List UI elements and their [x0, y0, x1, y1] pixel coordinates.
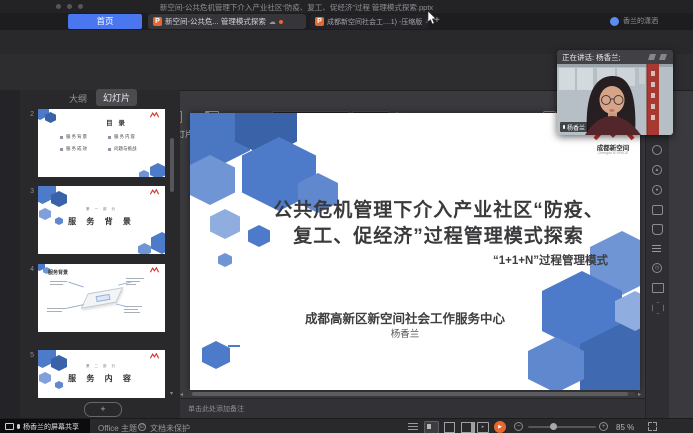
- thumbnail-logo-icon: [150, 267, 159, 273]
- zoom-slider-track[interactable]: [528, 426, 596, 428]
- slide-thumbnail-4[interactable]: 服务背景: [38, 264, 165, 332]
- zoom-in-icon[interactable]: +: [599, 422, 608, 431]
- hscroll-right-icon[interactable]: ▸: [638, 391, 641, 398]
- hscroll-left-icon[interactable]: ◂: [180, 391, 183, 398]
- thumb-toc-title: 目 录: [68, 117, 165, 127]
- image-icon[interactable]: [652, 283, 664, 293]
- screen-share-badge: 杨香兰的屏幕共享: [0, 419, 90, 433]
- zoom-out-icon[interactable]: −: [514, 422, 523, 431]
- thumbnail-logo-icon: [150, 189, 159, 195]
- webcam-float-icon[interactable]: [648, 54, 656, 60]
- webcam-expand-icon[interactable]: [659, 54, 667, 60]
- mic-icon: [563, 125, 565, 129]
- thumbnail-number: 5: [22, 352, 34, 359]
- slide-title-line2: 复工、促经济”过程管理模式探索: [245, 221, 632, 248]
- slide-title-line1: 公共危机管理下介入产业社区“防疫、: [245, 195, 632, 222]
- chat-bubble-icon[interactable]: [652, 145, 662, 155]
- protection-icon: ∅: [138, 423, 146, 431]
- webcam-name-tag: 杨香兰: [560, 122, 588, 132]
- right-sidebar: [645, 90, 669, 418]
- wps-presentation-icon: P: [153, 17, 162, 26]
- screen-share-label: 杨香兰的屏幕共享: [23, 422, 79, 432]
- slide-thumbnail-2[interactable]: 目 录 服务背景 服务内容 服务成效 问题与挑战: [38, 109, 165, 177]
- fit-window-icon[interactable]: [648, 422, 657, 431]
- thumbnail-logo-icon: [150, 353, 159, 359]
- slides-tab[interactable]: 幻灯片: [96, 89, 137, 106]
- document-tab-label: 成都新空间社会工....1) -压缩版: [327, 17, 422, 27]
- document-tab-inactive[interactable]: P 成都新空间社会工....1) -压缩版 ⚠: [310, 14, 428, 29]
- phone-remote-icon[interactable]: ▸: [477, 422, 489, 433]
- document-tabbar: 首页 P 新空间-公共危... 管理模式探索 ☁ P 成都新空间社会工....1…: [0, 13, 693, 30]
- mouse-cursor: [427, 11, 437, 25]
- toc-item: 服务内容: [114, 134, 136, 140]
- sliders-icon[interactable]: [652, 245, 661, 253]
- lamp-icon[interactable]: [652, 224, 663, 235]
- slide-thumbnail-3[interactable]: 第 一 部 分 服 务 背 景: [38, 186, 165, 254]
- speaking-label: 正在讲话: 杨香兰;: [562, 52, 621, 63]
- outline-tab[interactable]: 大纲: [64, 90, 92, 107]
- zoom-value: 85 %: [616, 423, 634, 432]
- notes-placeholder: 单击此处添加备注: [188, 404, 244, 414]
- assistant-icon[interactable]: ●: [652, 185, 662, 195]
- webcam-video: 杨香兰: [557, 64, 673, 135]
- home-button[interactable]: 首页: [68, 14, 142, 29]
- panel-scrollbar[interactable]: [170, 138, 174, 192]
- slide-canvas[interactable]: 成都新空间 Chengdu N·SPACE 公共危机管理下介入产业社区“防疫、 …: [190, 113, 640, 390]
- thumbnail-number: 4: [22, 266, 34, 273]
- thumb-section-part: 第 一 部 分: [38, 207, 165, 212]
- notes-collapse-arrow[interactable]: ▾: [170, 390, 173, 397]
- account-name: 香兰的潇洒: [623, 16, 658, 26]
- normal-view-button[interactable]: [424, 421, 439, 433]
- slide-author: 杨香兰: [190, 326, 620, 340]
- cloud-sync-icon: ☁: [269, 18, 276, 26]
- window-title: 新空间-公共危机管理下介入产业社区“防疫、复工、促经济”过程 管理模式探索.pp…: [0, 2, 593, 13]
- zoom-slider-handle[interactable]: [550, 423, 557, 430]
- thumb-section-title: 服 务 背 景: [38, 216, 165, 227]
- hscrollbar-thumb[interactable]: [192, 392, 628, 396]
- thumb-section-part: 第 二 部 分: [38, 364, 165, 369]
- screen-icon: [5, 423, 14, 430]
- slide-sorter-view-icon[interactable]: [444, 422, 455, 433]
- thumbnail-number: 2: [22, 111, 34, 118]
- thumb-section-title: 服 务 内 容: [38, 373, 165, 384]
- notes-toggle-icon[interactable]: [408, 423, 418, 431]
- reading-view-icon[interactable]: [461, 422, 475, 433]
- toc-item: 服务成效: [66, 146, 88, 152]
- slide-subtitle: “1+1+N”过程管理模式: [493, 252, 608, 268]
- wps-presentation-window: 新空间-公共危机管理下介入产业社区“防疫、复工、促经济”过程 管理模式探索.pp…: [0, 0, 693, 433]
- wps-presentation-icon: P: [315, 17, 324, 26]
- protection-label[interactable]: 文档未保护: [150, 423, 190, 433]
- slide-panel-margin: [0, 90, 20, 418]
- org-logo-sub: Chengdu N·SPACE: [588, 151, 638, 155]
- comment-panel-icon[interactable]: [652, 205, 663, 215]
- add-slide-button[interactable]: +: [84, 402, 122, 417]
- slideshow-play-button[interactable]: ▶: [494, 421, 506, 433]
- mic-icon: [17, 424, 20, 429]
- notes-pane[interactable]: 单击此处添加备注: [180, 398, 645, 419]
- slide-organization: 成都高新区新空间社会工作服务中心: [190, 308, 620, 327]
- document-tab-active[interactable]: P 新空间-公共危... 管理模式探索 ☁: [148, 14, 306, 29]
- unsaved-dot-icon: [279, 20, 283, 24]
- toc-item: 问题与挑战: [114, 146, 137, 152]
- thumbnail-number: 3: [22, 188, 34, 195]
- window-titlebar: 新空间-公共危机管理下介入产业社区“防疫、复工、促经济”过程 管理模式探索.pp…: [0, 0, 693, 13]
- slide-accent-dash: [228, 345, 240, 347]
- thumb-header: 服务背景: [48, 269, 68, 276]
- webcam-header[interactable]: 正在讲话: 杨香兰;: [557, 50, 673, 64]
- account-area[interactable]: 香兰的潇洒: [610, 16, 658, 26]
- document-tab-label: 新空间-公共危... 管理模式探索: [165, 16, 266, 27]
- statusbar: 杨香兰的屏幕共享 Office 主题 ∅ 文档未保护 ▸ ▶ − + 85 %: [0, 418, 693, 433]
- seal-icon[interactable]: ▲: [652, 165, 662, 175]
- theme-label[interactable]: Office 主题: [98, 423, 137, 433]
- avatar: [610, 17, 619, 26]
- history-clock-icon[interactable]: ◷: [652, 263, 662, 273]
- webcam-name: 杨香兰: [567, 123, 585, 132]
- toc-item: 服务背景: [66, 134, 88, 140]
- webcam-window[interactable]: 正在讲话: 杨香兰;: [557, 50, 673, 135]
